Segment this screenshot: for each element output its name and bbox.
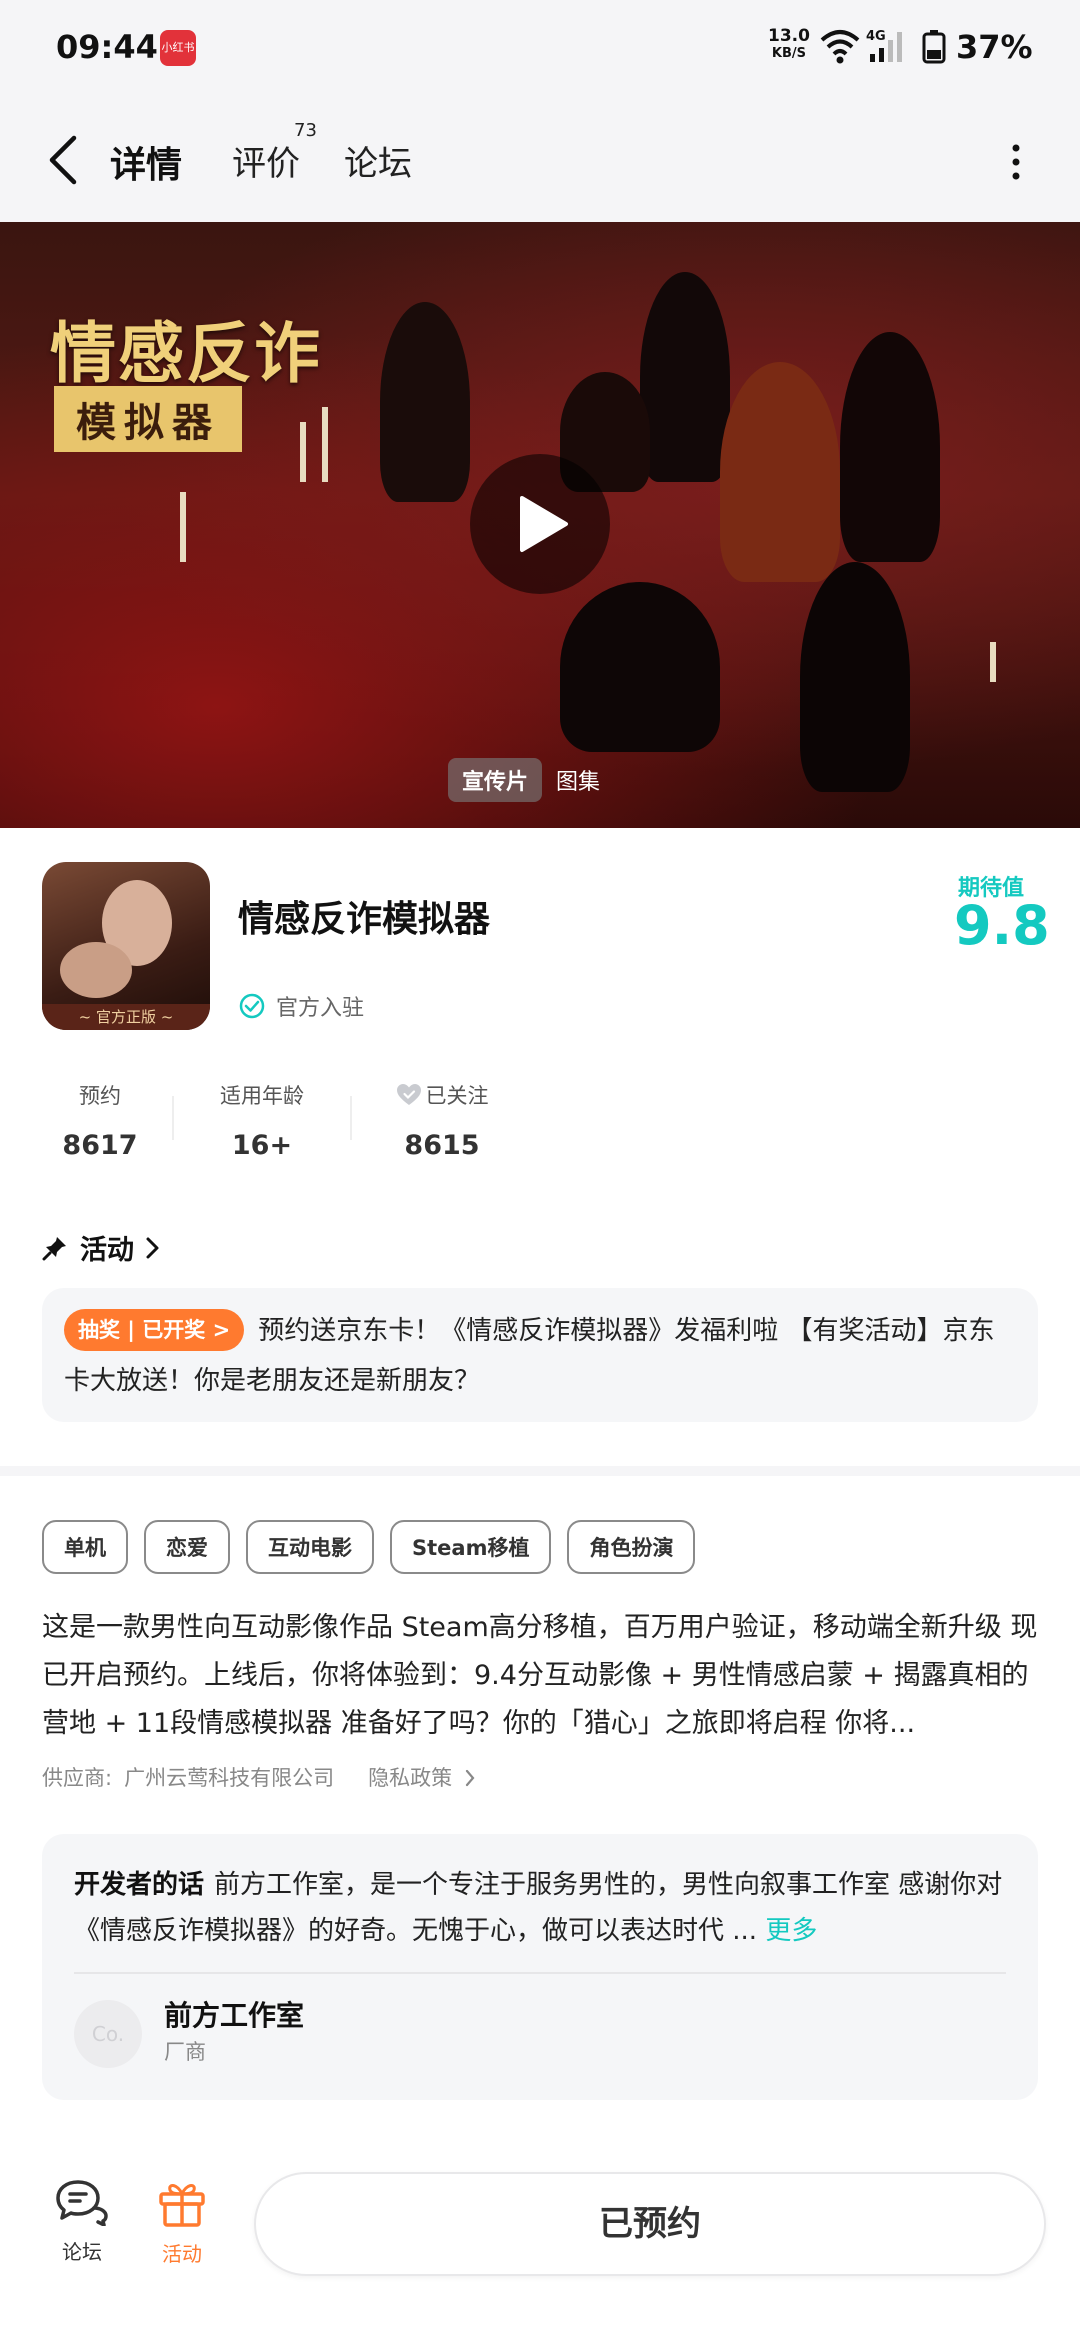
battery-percent: 37% <box>956 28 1033 66</box>
status-time: 09:44 <box>56 28 158 66</box>
developer-role: 厂商 <box>164 2040 206 2064</box>
banner-figure <box>720 362 840 582</box>
genre-tag[interactable]: Steam移植 <box>390 1520 552 1574</box>
back-arrow-icon[interactable] <box>40 132 90 188</box>
play-icon <box>520 496 568 552</box>
stat-divider <box>172 1096 174 1140</box>
top-nav: 详情 评价 73 论坛 <box>0 96 1080 222</box>
tab-forum-label: 论坛 <box>344 144 412 184</box>
bottom-forum-label: 论坛 <box>62 2240 102 2264</box>
candle-decoration <box>990 642 996 682</box>
tab-detail-label: 详情 <box>110 145 183 186</box>
stat-value: 8615 <box>404 1130 480 1161</box>
media-tabs: 宣传片 图集 <box>448 758 614 802</box>
promo-video-banner[interactable]: 情感反诈 模拟器 宣传片 图集 <box>0 222 1080 828</box>
developer-avatar[interactable]: Co. <box>74 2000 142 2068</box>
app-notification-icon: 小红书 <box>160 30 196 66</box>
pin-icon <box>42 1236 66 1260</box>
more-link[interactable]: 更多 <box>765 1916 817 1946</box>
wifi-icon <box>820 30 860 64</box>
banner-figure <box>840 332 940 562</box>
stat-label: 预约 <box>79 1084 121 1108</box>
banner-figure <box>380 302 470 502</box>
developer-note-title: 开发者的话 <box>74 1870 205 1900</box>
official-badge: 官方入驻 <box>238 990 364 1022</box>
section-divider <box>0 1466 1080 1476</box>
stat-followed[interactable]: 已关注 8615 <box>384 1080 500 1161</box>
play-button[interactable] <box>470 454 610 594</box>
divider <box>74 1972 1006 1974</box>
supplier-name: 广州云莺科技有限公司 <box>124 1766 335 1790</box>
developer-note-text: 前方工作室，是一个专注于服务男性的，男性向叙事工作室 感谢你对《情感反诈模拟器》… <box>74 1870 1003 1946</box>
tab-forum[interactable]: 论坛 <box>344 136 412 185</box>
activity-card[interactable]: 抽奖 | 已开奖 > 预约送京东卡！《情感反诈模拟器》发福利啦 【有奖活动】京东卡… <box>42 1288 1038 1422</box>
game-description[interactable]: 这是一款男性向互动影像作品 Steam高分移植，百万用户验证，移动端全新升级 现… <box>42 1604 1042 1748</box>
status-bar: 09:44 小红书 13.0 KB/S 4G 37% <box>0 0 1080 96</box>
bottom-activity-button[interactable]: 活动 <box>150 2178 214 2267</box>
bottom-forum-button[interactable]: 论坛 <box>50 2178 114 2265</box>
supplier-label: 供应商: <box>42 1766 113 1790</box>
stat-label: 适用年龄 <box>220 1084 304 1108</box>
candle-decoration <box>322 407 328 482</box>
tab-review-label: 评价 <box>232 144 300 184</box>
tab-review[interactable]: 评价 73 <box>232 120 317 185</box>
genre-tags: 单机 恋爱 互动电影 Steam移植 角色扮演 <box>42 1520 711 1574</box>
app-icon: ~ 官方正版 ~ <box>42 862 210 1030</box>
banner-subtitle: 模拟器 <box>54 386 242 452</box>
app-name: 情感反诈模拟器 <box>238 899 491 940</box>
genre-tag[interactable]: 恋爱 <box>144 1520 230 1574</box>
heart-check-icon <box>396 1084 421 1105</box>
candle-decoration <box>300 422 306 482</box>
lottery-status-tag: 抽奖 | 已开奖 > <box>64 1309 245 1351</box>
net-speed-value: 13.0 <box>768 26 810 46</box>
banner-figure <box>640 272 730 482</box>
banner-figure <box>800 562 910 792</box>
bottom-activity-label: 活动 <box>162 2242 202 2266</box>
privacy-policy-label: 隐私政策 <box>368 1766 453 1790</box>
forum-chat-icon <box>56 2180 108 2227</box>
app-icon-art <box>60 942 132 998</box>
stat-value: 16+ <box>231 1130 293 1161</box>
supplier-info: 供应商: 广州云莺科技有限公司 隐私政策 <box>42 1762 477 1792</box>
genre-tag[interactable]: 角色扮演 <box>567 1520 696 1574</box>
developer-note: 开发者的话 前方工作室，是一个专注于服务男性的，男性向叙事工作室 感谢你对《情感反… <box>74 1862 1014 1954</box>
stat-label-row: 已关注 <box>384 1080 500 1110</box>
genre-tag[interactable]: 单机 <box>42 1520 128 1574</box>
tab-detail[interactable]: 详情 <box>106 136 188 196</box>
stat-value: 8617 <box>62 1130 138 1161</box>
genre-tag[interactable]: 互动电影 <box>246 1520 374 1574</box>
review-count-badge: 73 <box>294 120 317 141</box>
app-icon-ribbon: ~ 官方正版 ~ <box>42 1004 210 1030</box>
developer-name[interactable]: 前方工作室 <box>164 1994 304 2034</box>
more-vertical-icon[interactable] <box>1004 142 1028 182</box>
stat-age-rating: 适用年龄 16+ <box>200 1080 324 1161</box>
developer-card[interactable]: 开发者的话 前方工作室，是一个专注于服务男性的，男性向叙事工作室 感谢你对《情感反… <box>42 1834 1038 2100</box>
net-speed-unit: KB/S <box>771 46 807 61</box>
net-speed: 13.0 KB/S <box>768 28 810 62</box>
svg-text:4G: 4G <box>866 29 886 44</box>
expect-value: 9.8 <box>954 894 1050 957</box>
battery-icon <box>922 30 946 64</box>
banner-title: 情感反诈 <box>50 314 322 392</box>
privacy-policy-link[interactable]: 隐私政策 <box>368 1762 477 1792</box>
media-tab-video[interactable]: 宣传片 <box>448 758 543 802</box>
reserved-button[interactable]: 已预约 <box>254 2172 1046 2276</box>
verified-check-icon <box>239 993 265 1019</box>
activity-title: 活动 <box>80 1235 134 1266</box>
media-tab-gallery[interactable]: 图集 <box>542 758 614 802</box>
activity-section-header[interactable]: 活动 <box>42 1228 162 1267</box>
stat-divider <box>350 1096 352 1140</box>
chevron-right-icon <box>146 1237 159 1258</box>
stat-label: 已关注 <box>425 1084 489 1108</box>
stat-reservations: 预约 8617 <box>60 1080 140 1161</box>
official-label: 官方入驻 <box>276 996 365 1021</box>
signal-4g-icon: 4G <box>866 29 902 62</box>
gift-icon <box>159 2184 205 2227</box>
chevron-right-icon <box>465 1769 475 1787</box>
candle-decoration <box>180 492 186 562</box>
banner-figure <box>560 582 720 752</box>
